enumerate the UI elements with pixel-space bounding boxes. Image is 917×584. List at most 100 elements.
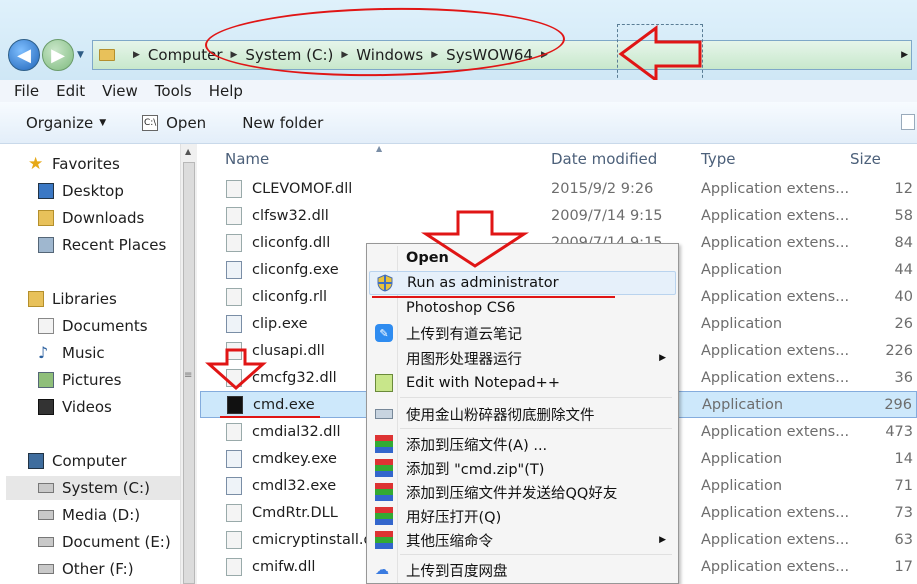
menu-item-add-cmd-zip[interactable]: 添加到 "cmd.zip"(T): [369, 456, 676, 480]
menu-item-baidu-netdisk[interactable]: ☁ 上传到百度网盘: [369, 558, 676, 582]
new-folder-button[interactable]: New folder: [242, 114, 323, 132]
forward-button[interactable]: ▶: [42, 39, 74, 71]
address-dropdown-icon[interactable]: ▶: [901, 50, 908, 60]
nav-label: Recent Places: [62, 236, 167, 254]
open-label: Open: [166, 113, 207, 132]
sort-ascending-icon: ▲: [376, 144, 383, 153]
desktop-icon: [38, 183, 54, 199]
caret-down-icon: ▼: [99, 117, 107, 128]
folder-icon: [99, 49, 115, 61]
dll-file-icon: [226, 287, 242, 306]
dll-file-icon: [226, 503, 242, 522]
file-size: 14: [894, 450, 913, 467]
shredder-icon: [375, 409, 393, 419]
file-type: Application: [701, 261, 783, 278]
file-name: cmdl32.exe: [252, 477, 337, 494]
open-button[interactable]: C:\ Open: [142, 114, 206, 132]
menu-item-label: 上传到百度网盘: [406, 563, 508, 580]
nav-label: Computer: [52, 452, 127, 470]
menu-file[interactable]: File: [14, 82, 39, 100]
nav-label: Music: [62, 344, 105, 362]
menu-separator: [400, 554, 672, 555]
menu-item-gpu-run[interactable]: 用图形处理器运行 ▶: [369, 346, 676, 370]
menu-item-notepadpp[interactable]: Edit with Notepad++: [369, 371, 676, 395]
file-type: Application extens...: [701, 504, 850, 521]
libraries-icon: [28, 291, 44, 307]
nav-label: Documents: [62, 317, 148, 335]
file-type: Application extens...: [701, 531, 850, 548]
dll-file-icon: [226, 233, 242, 252]
annotation-underline: [372, 296, 615, 298]
view-options-icon[interactable]: [901, 114, 915, 130]
drive-icon: [38, 537, 54, 547]
archive-icon: [375, 483, 393, 501]
file-size: 63: [894, 531, 913, 548]
exe-file-icon: [226, 260, 242, 279]
file-type: Application extens...: [701, 423, 850, 440]
column-date-modified[interactable]: Date modified: [551, 150, 657, 168]
file-size: 40: [894, 288, 913, 305]
menu-edit[interactable]: Edit: [56, 82, 85, 100]
breadcrumb-chevron-icon[interactable]: ▶: [133, 50, 140, 60]
file-size: 12: [894, 180, 913, 197]
menu-item-photoshop[interactable]: Photoshop CS6: [369, 296, 676, 320]
file-name: cmdial32.dll: [252, 423, 341, 440]
documents-icon: [38, 318, 54, 334]
menu-view[interactable]: View: [102, 82, 138, 100]
file-size: 226: [885, 342, 913, 359]
exe-file-icon: [226, 449, 242, 468]
menu-item-label: 其他压缩命令: [406, 533, 493, 550]
scroll-up-icon[interactable]: ▲: [185, 147, 191, 156]
exe-file-icon: [226, 314, 242, 333]
drive-icon: [38, 564, 54, 574]
organize-button[interactable]: Organize ▼: [26, 114, 106, 132]
file-type: Application: [702, 396, 784, 413]
menu-bar: File Edit View Tools Help: [0, 80, 917, 102]
file-size: 296: [884, 396, 912, 413]
file-name: cliconfg.exe: [252, 261, 339, 278]
file-type: Application: [701, 315, 783, 332]
computer-icon: [28, 453, 44, 469]
menu-tools[interactable]: Tools: [155, 82, 192, 100]
new-folder-label: New folder: [242, 113, 324, 132]
column-name[interactable]: Name: [225, 150, 269, 168]
nav-label: Other (F:): [62, 560, 134, 578]
menu-item-label: 添加到 "cmd.zip"(T): [406, 461, 545, 478]
menu-separator: [400, 428, 672, 429]
address-bar-region: ◀ ▶ ▼ ▶ Computer ▶ System (C:) ▶ Windows…: [0, 0, 917, 83]
recent-pages-chevron-icon[interactable]: ▼: [77, 50, 87, 60]
menu-item-label: 添加到压缩文件(A) ...: [406, 437, 548, 454]
file-row[interactable]: clfsw32.dll 2009/7/14 9:15 Application ext…: [200, 202, 917, 229]
drive-icon: [38, 510, 54, 520]
exe-file-icon: [227, 395, 243, 414]
annotation-underline: [220, 416, 320, 418]
column-size[interactable]: Size: [850, 150, 881, 168]
menu-item-run-as-admin[interactable]: Run as administrator: [369, 271, 676, 295]
navigation-pane: ★ Favorites Desktop Downloads Recent Pla…: [0, 144, 200, 584]
file-type: Application: [701, 477, 783, 494]
archive-icon: [375, 459, 393, 477]
menu-item-open-haozip[interactable]: 用好压打开(Q): [369, 504, 676, 528]
exe-file-icon: [226, 476, 242, 495]
menu-item-youdao-note[interactable]: ✎ 上传到有道云笔记: [369, 321, 676, 345]
annotation-arrow-down-icon: [205, 348, 267, 390]
nav-scrollbar[interactable]: ▲ ≡: [180, 144, 197, 584]
menu-item-archive-send-qq[interactable]: 添加到压缩文件并发送给QQ好友: [369, 480, 676, 504]
file-row[interactable]: CLEVOMOF.dll 2015/9/2 9:26 Application ext…: [200, 175, 917, 202]
menu-item-label: 用图形处理器运行: [406, 351, 522, 368]
menu-item-label: 上传到有道云笔记: [406, 326, 522, 343]
back-button[interactable]: ◀: [8, 39, 40, 71]
archive-icon: [375, 507, 393, 525]
file-type: Application extens...: [701, 558, 850, 575]
file-name: cmicryptinstall.dll: [252, 531, 381, 548]
menu-item-other-compress[interactable]: 其他压缩命令 ▶: [369, 528, 676, 552]
annotation-arrow-left-icon: [618, 25, 702, 83]
file-size: 17: [894, 558, 913, 575]
nav-drive-c[interactable]: System (C:): [6, 476, 180, 500]
column-type[interactable]: Type: [701, 150, 735, 168]
menu-help[interactable]: Help: [209, 82, 243, 100]
menu-item-add-archive[interactable]: 添加到压缩文件(A) ...: [369, 432, 676, 456]
menu-item-shredder[interactable]: 使用金山粉碎器彻底删除文件: [369, 402, 676, 426]
drive-icon: [38, 483, 54, 493]
file-size: 71: [894, 477, 913, 494]
